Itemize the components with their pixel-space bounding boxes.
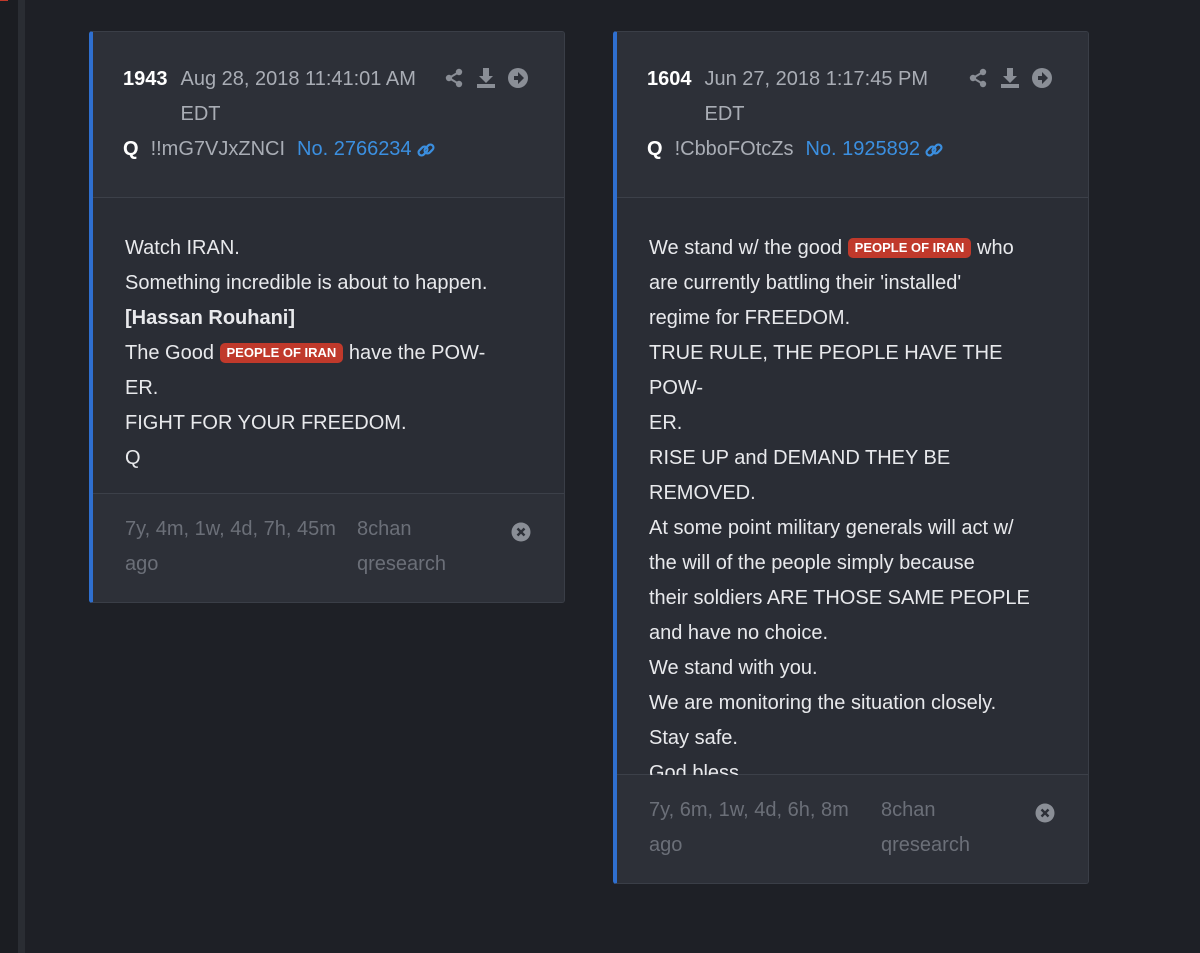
body-text: The Good [125, 342, 214, 364]
post-actions [443, 67, 529, 89]
download-icon[interactable] [475, 67, 497, 89]
post-footer: 7y, 4m, 1w, 4d, 7h, 45m ago 8chan qresea… [93, 494, 564, 602]
body-line-bold: [Hassan Rouhani] [125, 307, 296, 329]
post-actions [967, 67, 1053, 89]
body-line: their soldiers ARE THOSE SAME PEOPLE [649, 587, 1030, 609]
post-body: We stand w/ the good PEOPLE OF IRAN who … [617, 198, 1088, 819]
post-age: 7y, 4m, 1w, 4d, 7h, 45m ago [125, 518, 336, 575]
footer-meta: 7y, 6m, 1w, 4d, 6h, 8m ago 8chan qresear… [649, 793, 1056, 863]
share-icon[interactable] [967, 67, 989, 89]
footer-meta: 7y, 4m, 1w, 4d, 7h, 45m ago 8chan qresea… [125, 512, 532, 582]
body-line: We stand w/ the good PEOPLE OF IRAN who [649, 231, 1056, 266]
post-card-1943: 1943 Aug 28, 2018 11:41:01 AM EDT Q !!mG… [89, 31, 565, 603]
body-text: who [977, 237, 1014, 259]
post-author-line: Q !!mG7VJxZNCI No. 2766234 [123, 132, 532, 197]
body-line: TRUE RULE, THE PEOPLE HAVE THE POW- [649, 342, 1003, 399]
post-link-text[interactable]: No. 2766234 [297, 132, 412, 167]
arrow-right-circle-icon[interactable] [507, 67, 529, 89]
post-source: 8chan qresearch [881, 799, 970, 856]
post-link[interactable]: No. 2766234 [297, 132, 436, 167]
body-text: have the POW- [348, 342, 486, 364]
post-source: 8chan qresearch [357, 518, 446, 575]
download-icon[interactable] [999, 67, 1021, 89]
close-circle-icon[interactable] [1035, 803, 1055, 823]
post-number: 1604 [647, 68, 692, 90]
body-line: The Good PEOPLE OF IRAN have the POW- [125, 336, 532, 371]
body-line: Something incredible is about to happen. [125, 272, 488, 294]
post-link-text[interactable]: No. 1925892 [805, 132, 920, 167]
post-header: 1604 Jun 27, 2018 1:17:45 PM EDT Q !Cbbo… [617, 32, 1088, 198]
body-line: RISE UP and DEMAND THEY BE REMOVED. [649, 447, 951, 504]
body-text: We stand w/ the good [649, 237, 843, 259]
body-line: At some point military generals will act… [649, 517, 1014, 539]
post-link[interactable]: No. 1925892 [805, 132, 944, 167]
post-number: 1943 [123, 68, 168, 90]
post-date: Jun 27, 2018 1:17:45 PM EDT [704, 68, 929, 125]
post-header: 1943 Aug 28, 2018 11:41:01 AM EDT Q !!mG… [93, 32, 564, 198]
close-circle-icon[interactable] [511, 522, 531, 542]
highlight-tag[interactable]: PEOPLE OF IRAN [219, 343, 344, 363]
arrow-right-circle-icon[interactable] [1031, 67, 1053, 89]
share-icon[interactable] [443, 67, 465, 89]
post-author-line: Q !CbboFOtcZs No. 1925892 [647, 132, 1056, 197]
body-line: We are monitoring the situation closely. [649, 692, 997, 714]
post-card-1604: 1604 Jun 27, 2018 1:17:45 PM EDT Q !Cbbo… [613, 31, 1089, 884]
link-icon[interactable] [924, 140, 944, 160]
body-line: ER. [125, 377, 159, 399]
post-footer: 7y, 6m, 1w, 4d, 6h, 8m ago 8chan qresear… [617, 775, 1088, 883]
highlight-tag[interactable]: PEOPLE OF IRAN [847, 238, 972, 258]
left-divider [18, 0, 25, 953]
body-line: Q [125, 447, 141, 469]
body-line: ER. [649, 412, 683, 434]
post-tripcode: !!mG7VJxZNCI [150, 138, 286, 160]
left-accent [0, 0, 8, 1]
page: 1943 Aug 28, 2018 11:41:01 AM EDT Q !!mG… [0, 0, 1200, 953]
body-line: FIGHT FOR YOUR FREEDOM. [125, 412, 407, 434]
body-line: Watch IRAN. [125, 237, 240, 259]
body-line: regime for FREEDOM. [649, 307, 851, 329]
post-author: Q [647, 138, 663, 160]
body-line: We stand with you. [649, 657, 818, 679]
body-line: and have no choice. [649, 622, 829, 644]
body-line: the will of the people simply because [649, 552, 975, 574]
post-body: Watch IRAN. Something incredible is abou… [93, 198, 564, 494]
post-age: 7y, 6m, 1w, 4d, 6h, 8m ago [649, 799, 849, 856]
body-line: are currently battling their 'installed' [649, 272, 962, 294]
link-icon[interactable] [416, 140, 436, 160]
post-tripcode: !CbboFOtcZs [674, 138, 794, 160]
post-author: Q [123, 138, 139, 160]
post-date: Aug 28, 2018 11:41:01 AM EDT [180, 68, 416, 125]
body-line: Stay safe. [649, 727, 738, 749]
